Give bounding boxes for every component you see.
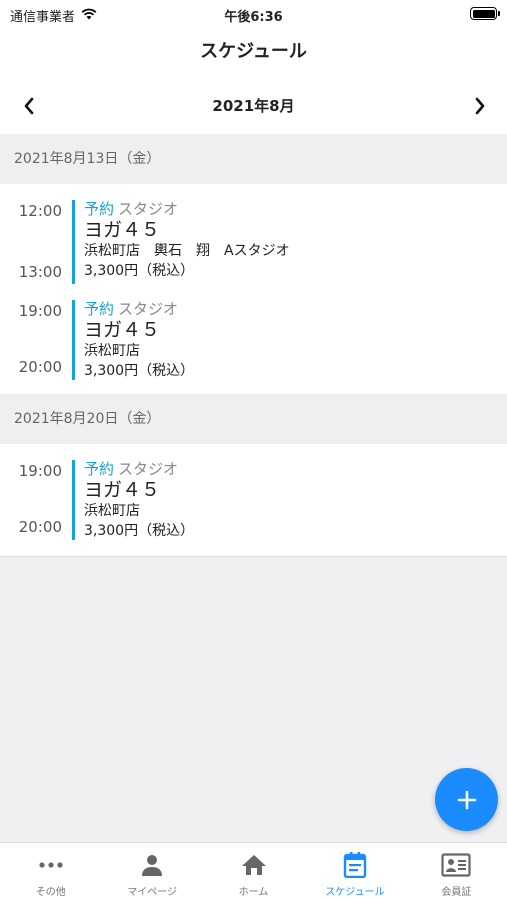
event-body: 予約 スタジオ ヨガ４５ 浜松町店 3,300円（税込）	[84, 299, 194, 381]
event-status: 予約	[84, 200, 115, 218]
list-end-divider	[0, 556, 507, 557]
tab-label: ホーム	[238, 887, 269, 898]
event-body: 予約 スタジオ ヨガ４５ 浜松町店 輿石 翔 Aスタジオ 3,300円（税込）	[84, 199, 290, 281]
member-card-icon	[441, 851, 471, 879]
event-price: 3,300円（税込）	[84, 363, 195, 379]
event-end-time: 20:00	[18, 518, 62, 536]
event-type: スタジオ	[118, 300, 179, 318]
event-name: ヨガ４５	[84, 319, 161, 341]
tab-label: スケジュール	[325, 887, 385, 898]
event-bar	[72, 300, 75, 380]
event-status: 予約	[84, 300, 115, 318]
next-month-button[interactable]	[467, 93, 493, 119]
day-block: 19:00 20:00 予約 スタジオ ヨガ４５ 浜松町店 3,300円（税込）	[0, 444, 507, 556]
more-icon	[38, 851, 64, 879]
schedule-event[interactable]: 19:00 20:00 予約 スタジオ ヨガ４５ 浜松町店 3,300円（税込）	[0, 458, 507, 544]
tab-label: その他	[35, 887, 66, 898]
day-block: 12:00 13:00 予約 スタジオ ヨガ４５ 浜松町店 輿石 翔 Aスタジオ …	[0, 184, 507, 394]
event-location: 浜松町店 輿石 翔 Aスタジオ	[84, 243, 290, 259]
event-start-time: 19:00	[18, 302, 62, 320]
home-icon	[241, 851, 267, 879]
schedule-event[interactable]: 12:00 13:00 予約 スタジオ ヨガ４５ 浜松町店 輿石 翔 Aスタジオ …	[0, 198, 507, 286]
event-price: 3,300円（税込）	[84, 263, 195, 279]
date-header: 2021年8月20日（金）	[0, 394, 507, 444]
chevron-right-icon	[475, 97, 485, 115]
event-bar	[72, 200, 75, 284]
schedule-event[interactable]: 19:00 20:00 予約 スタジオ ヨガ４５ 浜松町店 3,300円（税込）	[0, 298, 507, 384]
battery-icon	[470, 7, 500, 20]
event-type: スタジオ	[118, 200, 179, 218]
tab-member-card[interactable]: 会員証	[406, 843, 507, 900]
event-start-time: 19:00	[18, 462, 62, 480]
event-name: ヨガ４５	[84, 219, 161, 241]
month-label: 2021年8月	[212, 97, 295, 115]
tab-mypage[interactable]: マイページ	[101, 843, 202, 900]
event-end-time: 13:00	[18, 263, 62, 281]
page-title: スケジュール	[200, 41, 307, 62]
event-type: スタジオ	[118, 460, 179, 478]
event-location: 浜松町店	[84, 503, 140, 519]
add-schedule-button[interactable]	[435, 768, 498, 831]
tab-label: マイページ	[127, 887, 178, 898]
month-nav: 2021年8月	[0, 78, 507, 134]
calendar-icon	[343, 851, 367, 879]
event-start-time: 12:00	[18, 202, 62, 220]
status-bar: 通信事業者 午後6:36	[0, 0, 507, 28]
event-status-line: 予約 スタジオ	[84, 459, 194, 479]
status-time: 午後6:36	[224, 10, 283, 25]
tab-label: 会員証	[441, 887, 472, 898]
event-bar	[72, 460, 75, 540]
event-location: 浜松町店	[84, 343, 140, 359]
tab-home[interactable]: ホーム	[203, 843, 304, 900]
event-body: 予約 スタジオ ヨガ４５ 浜松町店 3,300円（税込）	[84, 459, 194, 541]
person-icon	[140, 851, 164, 879]
event-status-line: 予約 スタジオ	[84, 299, 194, 319]
event-status-line: 予約 スタジオ	[84, 199, 290, 219]
tab-schedule[interactable]: スケジュール	[304, 843, 405, 900]
tab-bar: その他 マイページ ホーム スケジュール 会員証	[0, 842, 507, 900]
event-status: 予約	[84, 460, 115, 478]
event-price: 3,300円（税込）	[84, 523, 195, 539]
plus-icon	[457, 790, 476, 809]
event-name: ヨガ４５	[84, 479, 161, 501]
title-bar: スケジュール	[0, 28, 507, 78]
tab-other[interactable]: その他	[0, 843, 101, 900]
event-end-time: 20:00	[18, 358, 62, 376]
date-header: 2021年8月13日（金）	[0, 134, 507, 184]
